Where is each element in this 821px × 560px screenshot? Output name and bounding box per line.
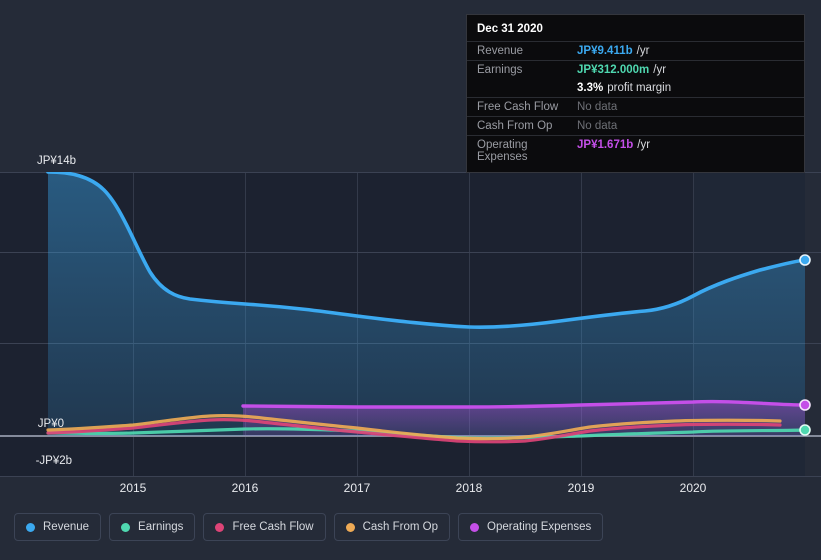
- legend-label: Revenue: [43, 521, 90, 533]
- tooltip-label-operating-expenses: Operating Expenses: [477, 139, 528, 163]
- tooltip-value-operating-expenses: JP¥1.671b: [577, 139, 634, 151]
- tooltip-label-revenue: Revenue: [477, 45, 524, 57]
- horizontal-gridline: [0, 252, 821, 253]
- horizontal-gridline: [0, 343, 821, 344]
- tooltip-row-profit-margin: 3.3% profit margin: [467, 79, 804, 97]
- vertical-gridline: [357, 172, 358, 476]
- data-tooltip: Dec 31 2020 Revenue JP¥9.411b /yr Earnin…: [466, 14, 805, 173]
- tooltip-row-operating-expenses: Operating Expenses JP¥1.671b /yr: [467, 135, 804, 166]
- tooltip-label-earnings: Earnings: [477, 64, 523, 76]
- tooltip-label-profit-margin: profit margin: [607, 82, 672, 94]
- legend-label: Free Cash Flow: [232, 521, 314, 533]
- tooltip-unit-revenue: /yr: [636, 45, 650, 57]
- tooltip-value-free-cash-flow: No data: [577, 101, 618, 113]
- legend-label: Earnings: [138, 521, 184, 533]
- vertical-gridline: [469, 172, 470, 476]
- vertical-gridline: [693, 172, 694, 476]
- legend-item-earnings[interactable]: Earnings: [109, 513, 196, 541]
- legend-item-cash-from-op[interactable]: Cash From Op: [333, 513, 451, 541]
- x-axis-label: 2020: [679, 481, 707, 495]
- vertical-gridline: [581, 172, 582, 476]
- tooltip-row-revenue: Revenue JP¥9.411b /yr: [467, 41, 804, 60]
- plot-background-forecast: [693, 172, 805, 476]
- tooltip-label-free-cash-flow: Free Cash Flow: [477, 101, 559, 113]
- tooltip-value-cash-from-op: No data: [577, 120, 618, 132]
- tooltip-value-profit-margin: 3.3%: [577, 82, 604, 94]
- financial-chart: JP¥14b JP¥0 -JP¥2b 2015 2016 2017 2018 2…: [0, 0, 821, 560]
- plot-background-historical: [0, 172, 693, 476]
- y-axis-label-zero: JP¥0: [37, 418, 64, 430]
- legend-item-free-cash-flow[interactable]: Free Cash Flow: [203, 513, 326, 541]
- legend-color-dot-icon: [345, 522, 355, 532]
- tooltip-value-earnings: JP¥312.000m: [577, 64, 650, 76]
- plot-background-margin: [805, 172, 821, 476]
- tooltip-row-free-cash-flow: Free Cash Flow No data: [467, 97, 804, 116]
- x-axis-label: 2019: [567, 481, 595, 495]
- tooltip-label-cash-from-op: Cash From Op: [477, 120, 553, 132]
- tooltip-date-title: Dec 31 2020: [477, 23, 543, 35]
- x-axis-label: 2018: [455, 481, 483, 495]
- vertical-gridline: [133, 172, 134, 476]
- chart-legend: Revenue Earnings Free Cash Flow Cash Fro…: [14, 513, 604, 541]
- legend-color-dot-icon: [215, 522, 225, 532]
- y-axis-label-bottom: -JP¥2b: [35, 455, 72, 467]
- y-axis-label-top: JP¥14b: [36, 155, 76, 167]
- zero-axis-line: [0, 435, 821, 437]
- legend-label: Operating Expenses: [487, 521, 592, 533]
- vertical-gridline: [245, 172, 246, 476]
- x-axis-label: 2016: [231, 481, 259, 495]
- legend-color-dot-icon: [470, 522, 480, 532]
- tooltip-row-earnings: Earnings JP¥312.000m /yr: [467, 60, 804, 79]
- legend-color-dot-icon: [26, 522, 35, 532]
- tooltip-value-revenue: JP¥9.411b: [577, 45, 633, 57]
- legend-label: Cash From Op: [362, 521, 439, 533]
- legend-item-revenue[interactable]: Revenue: [14, 513, 102, 541]
- tooltip-unit-operating-expenses: /yr: [637, 139, 651, 151]
- x-axis-label: 2015: [119, 481, 147, 495]
- legend-item-operating-expenses[interactable]: Operating Expenses: [458, 513, 604, 541]
- plot-area: [0, 172, 821, 476]
- legend-color-dot-icon: [121, 522, 131, 532]
- x-axis-label: 2017: [343, 481, 371, 495]
- horizontal-gridline: [0, 476, 821, 477]
- tooltip-unit-earnings: /yr: [653, 64, 667, 76]
- tooltip-row-cash-from-op: Cash From Op No data: [467, 116, 804, 135]
